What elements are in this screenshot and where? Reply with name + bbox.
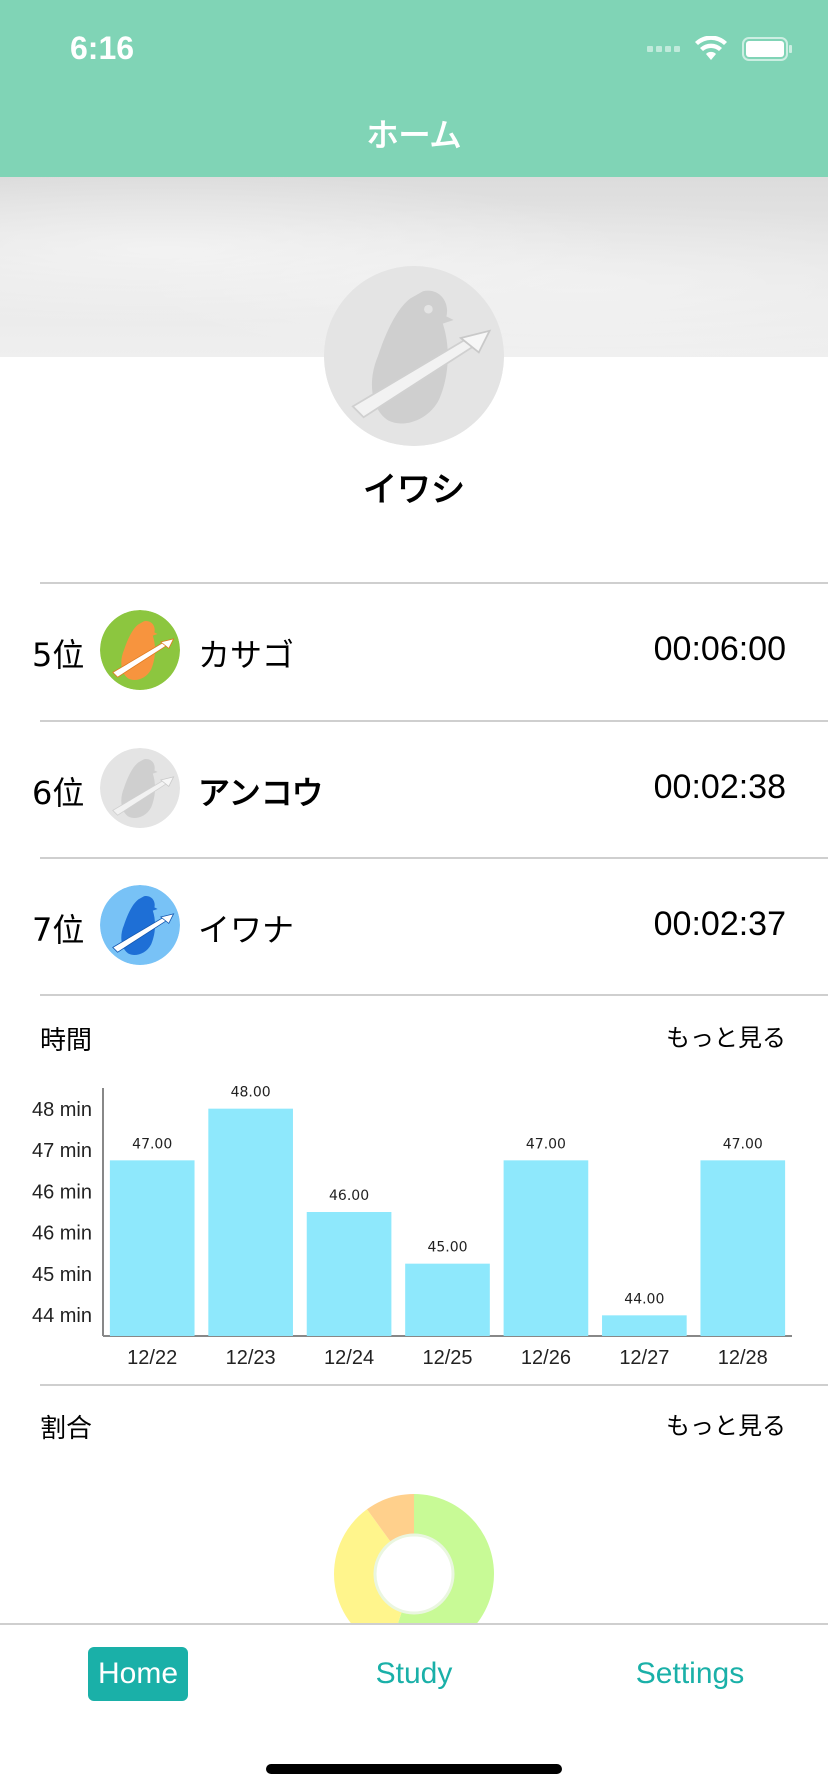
- bar-value-label: 45.00: [427, 1240, 467, 1256]
- rank-name: カサゴ: [198, 636, 295, 674]
- nav-title: ホーム: [366, 116, 462, 154]
- status-time: 6:16: [70, 30, 135, 66]
- profile-avatar[interactable]: [324, 266, 504, 446]
- battery-icon: [742, 37, 792, 61]
- time-section-title: 時間: [40, 1026, 93, 1056]
- rank-avatar: [100, 610, 180, 690]
- y-tick-label: 47 min: [32, 1140, 92, 1162]
- rank-name: アンコウ: [198, 774, 324, 812]
- bar-value-label: 44.00: [624, 1291, 664, 1307]
- tab-settings[interactable]: Settings: [620, 1647, 760, 1701]
- divider: [40, 1384, 828, 1386]
- rank-time: 00:02:38: [653, 768, 786, 806]
- bar: [503, 1160, 589, 1336]
- bar-value-label: 48.00: [231, 1085, 271, 1101]
- home-indicator: [266, 1764, 562, 1774]
- bar: [405, 1263, 490, 1336]
- x-tick-label: 12/27: [619, 1347, 669, 1369]
- y-tick-label: 45 min: [32, 1264, 92, 1286]
- penguin-orange-icon: [100, 610, 180, 690]
- y-tick-label: 46 min: [32, 1181, 92, 1203]
- ratio-section-title: 割合: [40, 1414, 93, 1444]
- ranking-row[interactable]: 5位 カサゴ 00:06:00: [0, 582, 828, 720]
- time-bar-chart: 48 min 47 min 46 min 46 min 45 min 44 min 47.0…: [32, 1085, 792, 1369]
- top-bar: 6:16 ホーム: [0, 0, 828, 177]
- x-tick-label: 12/28: [718, 1347, 768, 1369]
- x-tick-label: 12/24: [324, 1347, 374, 1369]
- ratio-donut-chart: [330, 1490, 498, 1624]
- bar-value-label: 46.00: [329, 1188, 369, 1204]
- signal-icon: [647, 46, 680, 52]
- penguin-gray-icon: [100, 748, 180, 828]
- rank-position: 6位: [32, 774, 85, 812]
- bar-value-label: 47.00: [132, 1136, 172, 1152]
- donut-hole: [373, 1533, 455, 1615]
- bar-value-label: 47.00: [526, 1136, 566, 1152]
- penguin-gray-icon: [324, 266, 504, 446]
- rank-avatar: [100, 885, 180, 965]
- time-more-link[interactable]: もっと見る: [666, 1018, 786, 1053]
- x-tick-label: 12/22: [127, 1347, 177, 1369]
- y-tick-label: 44 min: [32, 1305, 92, 1327]
- divider: [40, 994, 828, 996]
- ratio-more-link[interactable]: もっと見る: [666, 1406, 786, 1441]
- y-tick-label: 48 min: [32, 1099, 92, 1121]
- x-tick-label: 12/25: [422, 1347, 472, 1369]
- bar: [109, 1160, 195, 1336]
- bar: [306, 1212, 392, 1336]
- bar: [602, 1315, 687, 1336]
- tab-home[interactable]: Home: [88, 1647, 188, 1701]
- y-tick-label: 46 min: [32, 1223, 92, 1245]
- bar-value-label: 47.00: [723, 1136, 763, 1152]
- status-icons: [647, 36, 794, 62]
- ranking-row[interactable]: 7位 イワナ 00:02:37: [0, 857, 828, 995]
- penguin-blue-icon: [100, 885, 180, 965]
- wifi-icon: [695, 36, 727, 60]
- rank-avatar: [100, 748, 180, 828]
- tab-study[interactable]: Study: [364, 1647, 464, 1701]
- profile-name: イワシ: [363, 470, 465, 510]
- rank-position: 5位: [32, 636, 85, 674]
- bar: [700, 1160, 786, 1336]
- x-tick-label: 12/26: [521, 1347, 571, 1369]
- bar: [208, 1108, 293, 1336]
- rank-time: 00:02:37: [653, 905, 786, 943]
- x-tick-label: 12/23: [226, 1347, 276, 1369]
- rank-position: 7位: [32, 911, 85, 949]
- ranking-row[interactable]: 6位 アンコウ 00:02:38: [0, 720, 828, 858]
- rank-time: 00:06:00: [653, 630, 786, 668]
- rank-name: イワナ: [198, 911, 295, 949]
